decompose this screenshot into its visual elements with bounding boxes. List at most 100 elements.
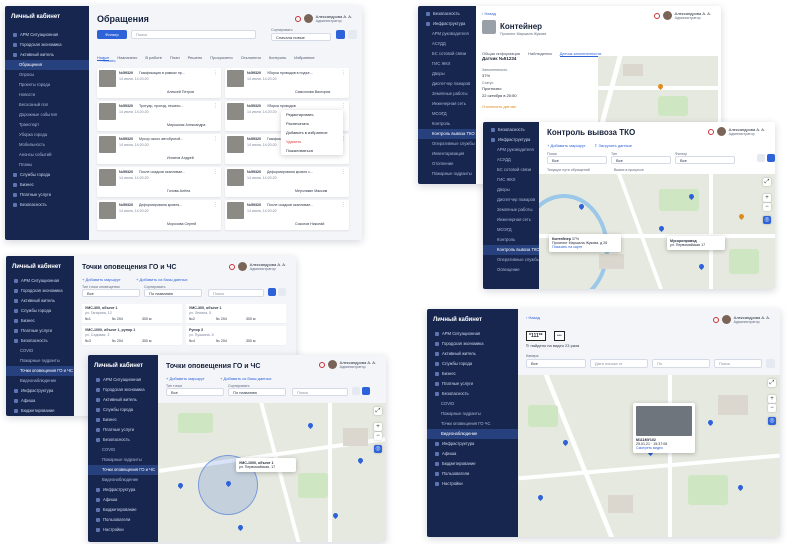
sidebar-item[interactable]: Безопасность [88,435,158,445]
sidebar-item[interactable]: МОЭГД [418,109,476,119]
sidebar-item[interactable]: АРМ Ситуационная [5,30,89,40]
map-view-icon[interactable] [352,387,360,395]
map-pin-icon[interactable] [706,418,715,427]
sort-select[interactable]: По названию [228,388,286,396]
appeal-card[interactable]: №59320 После осадков скапливае... 14 июля,… [97,167,221,197]
menu-report[interactable]: Пожаловаться [281,146,343,155]
sidebar-item[interactable]: Активный житель [88,395,158,405]
fullscreen-icon[interactable]: ⤢ [763,178,771,186]
sidebar-item[interactable]: Безопасность [418,9,476,19]
sidebar-item-ops[interactable]: Оперативные службы [483,255,539,265]
sidebar-item-light[interactable]: Освещение [483,265,539,275]
sort-select[interactable]: По названию [144,289,202,297]
appeal-card[interactable]: №59320 Уборка проводов в подъе... 14 июля,… [225,68,349,98]
tab[interactable]: Назначено [117,55,137,60]
sidebar-item[interactable]: Пожарные гидранты [88,455,158,465]
sidebar-item[interactable]: Проекты города [5,80,89,90]
sidebar-item[interactable]: Оперативные службы [418,139,476,149]
tab[interactable]: Наблюдения [528,51,552,56]
sidebar-item[interactable]: Афиша [88,495,158,505]
appeal-card[interactable]: №59320 Тротуар, проезд, пешехо... 14 июля,… [97,101,221,131]
list-item[interactable]: УМС-1000, объект 1, рупор 1 ул. Садовая, … [82,326,182,346]
sidebar-item[interactable]: Службы города [88,405,158,415]
user-block[interactable]: Александрова А. А. Администратор [712,315,770,324]
print-link[interactable]: + Печать [99,58,116,63]
sidebar-item-economy[interactable]: Городская экономика [427,339,518,349]
waste-map[interactable]: Контейнер 37% Проспект Маршала Жукова, д… [539,174,775,289]
zoom-in-icon[interactable]: + [374,423,382,431]
sidebar-item[interactable]: Инженерная сеть [418,99,476,109]
add-route-link[interactable]: + Добавить маршрут [547,143,586,148]
date-to-input[interactable]: По [652,359,710,368]
sidebar-item-fire[interactable]: Диспетчер пожаров [483,195,539,205]
grid-view-icon[interactable] [757,154,765,162]
add-route-link[interactable]: + Добавить маршрут [82,277,121,282]
more-icon[interactable]: ⋮ [213,70,218,76]
sidebar-item-covid[interactable]: COVID [427,399,518,409]
sidebar-item[interactable]: Инфраструктура [6,386,74,396]
sidebar-item-infra[interactable]: Инфраструктура [483,135,539,145]
sidebar-item[interactable]: Отопление [418,159,476,169]
map-pin-icon[interactable] [176,481,185,490]
user-block[interactable]: Александрова А. А. Администратор [653,11,711,20]
list-view-icon[interactable] [362,387,370,395]
sidebar-item-resident[interactable]: Активный житель [427,349,518,359]
sidebar-item-moegd[interactable]: МОЭГД [483,225,539,235]
sidebar-item[interactable]: ГИС ЖКХ [418,59,476,69]
back-link[interactable]: ‹ Назад [482,11,496,16]
user-block[interactable]: Александрова А. А. Администратор [294,14,352,23]
sidebar-item[interactable]: Бесхозный пол [5,100,89,110]
sidebar-item[interactable]: Видеонаблюдение [88,475,158,485]
filter-button[interactable]: Фильтр [97,30,127,39]
tab[interactable]: Контроль [269,55,286,60]
sidebar-item[interactable]: Опросы [5,70,89,80]
tab[interactable]: В работе [145,55,162,60]
map-view-icon[interactable] [767,154,775,162]
popup-link[interactable]: Смотреть видео [636,446,692,450]
notification-icon[interactable] [318,361,325,368]
sidebar-item-asudd[interactable]: АСУДД [483,155,539,165]
tab[interactable]: Избранное [294,55,314,60]
sidebar-item-paid[interactable]: Платные услуги [427,379,518,389]
sidebar-item[interactable]: Диспетчер пожаров [418,79,476,89]
container-map[interactable] [598,56,718,128]
sidebar-item[interactable]: Службы города [6,306,74,316]
place-select[interactable]: Все [166,388,224,396]
more-icon[interactable]: ⋮ [341,202,346,208]
notification-icon[interactable] [294,15,301,22]
map-view-icon[interactable] [766,359,775,368]
car-popup[interactable]: М111МУ102 25.01.21 · 15:37:08 Смотреть в… [633,403,695,453]
appeal-card[interactable]: №59320 После осадков скапливае... 14 июля,… [225,200,349,230]
user-block[interactable]: Александрова А. А. Администратор [318,360,376,369]
more-icon[interactable]: ⋮ [213,169,218,175]
zoom-out-icon[interactable]: − [768,404,776,412]
tab[interactable]: Решено [188,55,203,60]
fullscreen-icon[interactable]: ⤢ [768,379,776,387]
appeal-card[interactable]: №59320 Деформирована кровля с... 14 июля, … [225,167,349,197]
sidebar-item[interactable]: Безопасность [6,336,74,346]
sidebar-item-tko[interactable]: Контроль вывоза ТКО [483,245,539,255]
sidebar-item-budget[interactable]: Бюджетирование [427,459,518,469]
sidebar-item[interactable]: Точки оповещения ГО и ЧС [88,465,158,475]
add-data-link[interactable]: + Добавить из базы данных [136,277,187,282]
load-data-link[interactable]: ⇪ Загрузить данные [594,143,632,148]
popup-link[interactable]: Показать на карте [552,245,618,249]
sidebar-item[interactable]: Службы города [5,170,89,180]
sidebar-item[interactable]: Инфраструктура [418,19,476,29]
sidebar-item-users[interactable]: Пользователи [427,469,518,479]
sidebar-item-earth[interactable]: Земляные работы [483,205,539,215]
search-input[interactable]: Поиск [131,30,256,39]
map-pin-icon[interactable] [331,511,340,520]
filter-select[interactable]: Все [675,156,735,164]
search-input[interactable]: Поиск [714,359,762,368]
sidebar-item[interactable]: Безопасность [5,200,89,210]
more-icon[interactable]: ⋮ [213,202,218,208]
sidebar-item[interactable]: COVID [88,445,158,455]
camera-select[interactable]: Все [526,359,586,368]
zoom-out-icon[interactable]: − [374,432,382,440]
more-icon[interactable]: ⋮ [341,70,346,76]
sidebar-item-control[interactable]: Контроль [483,235,539,245]
sidebar-item[interactable]: АРМ Ситуационная [88,375,158,385]
tab[interactable]: Отклонено [241,55,261,60]
place-select[interactable]: Все [82,289,140,297]
